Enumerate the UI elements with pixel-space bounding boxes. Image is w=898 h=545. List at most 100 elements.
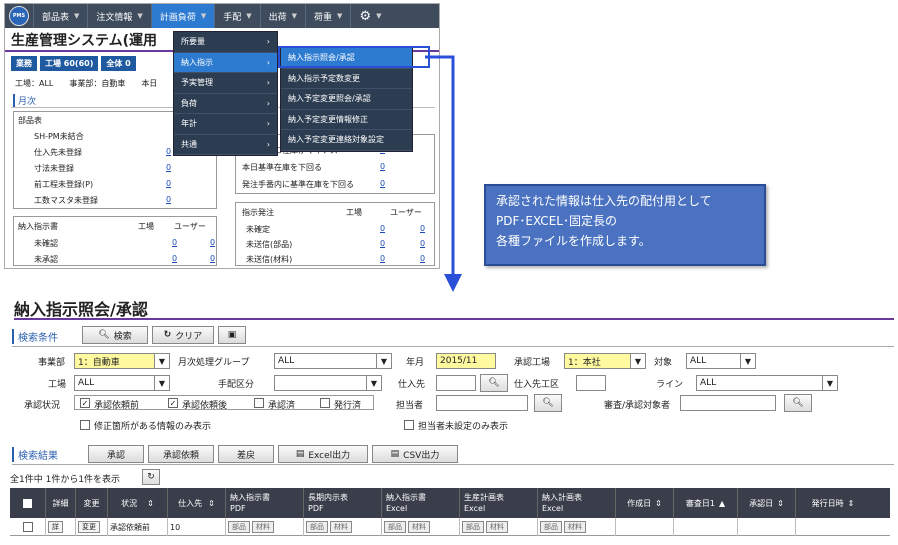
nav-keikaku[interactable]: 計画負荷 ▼ bbox=[150, 4, 215, 28]
count-link[interactable]: 0 bbox=[380, 254, 385, 263]
jigyobu-select[interactable]: 1：自動車 ▼ bbox=[74, 353, 170, 369]
nav-tehai[interactable]: 手配 ▼ bbox=[214, 4, 259, 28]
box-row: 未確定 bbox=[246, 225, 270, 234]
nav-niju[interactable]: 荷重 ▼ bbox=[305, 4, 350, 28]
shiire-ko-input[interactable] bbox=[576, 375, 606, 391]
count-link[interactable]: 0 bbox=[172, 238, 177, 247]
sort-icon: ⇕ bbox=[777, 498, 784, 508]
column-header: 納入指示書 Excel bbox=[382, 488, 460, 518]
box-title: 指示発注 bbox=[242, 208, 274, 217]
materials-button[interactable]: 材料 bbox=[564, 521, 586, 533]
column-header-sortable[interactable]: 仕入先 ⇕ bbox=[168, 488, 226, 518]
csv-export-button[interactable]: ▤ CSV出力 bbox=[372, 445, 458, 463]
status-checkbox[interactable]: ✓ bbox=[168, 398, 178, 408]
parts-button[interactable]: 部品 bbox=[306, 521, 328, 533]
page-title: 納入指示照会/承認 bbox=[14, 300, 148, 319]
clear-button[interactable]: ↻ クリア bbox=[152, 326, 214, 344]
tehai-select[interactable]: ▼ bbox=[274, 375, 382, 391]
parts-button[interactable]: 部品 bbox=[384, 521, 406, 533]
bom-count-link[interactable]: 0 bbox=[166, 163, 171, 172]
row-checkbox[interactable] bbox=[22, 522, 33, 532]
system-title: 生産管理システム(運用 bbox=[11, 33, 157, 49]
button-label: CSV出力 bbox=[403, 450, 440, 461]
bom-count-link[interactable]: 0 bbox=[166, 195, 171, 204]
nengetsu-input[interactable]: 2015/11 bbox=[436, 353, 496, 369]
nav-buhinhyo[interactable]: 部品表 ▼ bbox=[33, 4, 87, 28]
label-taisho: 対象 bbox=[654, 358, 673, 368]
modified-only-label: 修正箇所がある情報のみ表示 bbox=[94, 422, 212, 432]
nav-chumon[interactable]: 注文情報 ▼ bbox=[87, 4, 150, 28]
nav-settings[interactable]: ⚙ ▼ bbox=[350, 4, 389, 28]
modified-only-checkbox[interactable] bbox=[80, 420, 90, 430]
reload-button[interactable]: ↻ bbox=[142, 469, 160, 485]
count-link[interactable]: 0 bbox=[380, 224, 385, 233]
unassigned-only-checkbox[interactable] bbox=[404, 420, 414, 430]
column-header-sortable[interactable]: 発行日時 ⇕ bbox=[796, 488, 870, 518]
tab-zentai[interactable]: 全体 0 bbox=[101, 56, 136, 71]
stock-count-link[interactable]: 0 bbox=[380, 179, 385, 188]
shiiresaki-input[interactable] bbox=[436, 375, 476, 391]
status-checkbox[interactable]: ✓ bbox=[80, 398, 90, 408]
menu-item-yojitsu[interactable]: 予実管理 › bbox=[174, 73, 277, 94]
submenu-item-henko-shonin[interactable]: 納入予定変更照会/承認 bbox=[281, 89, 412, 110]
tab-kojo[interactable]: 工場 60(60) bbox=[40, 56, 99, 71]
count-link[interactable]: 0 bbox=[380, 239, 385, 248]
excel-export-button[interactable]: ▤ Excel出力 bbox=[278, 445, 368, 463]
shinsa-search-button[interactable]: 🔍︎ bbox=[784, 394, 812, 412]
status-checkbox[interactable] bbox=[254, 398, 264, 408]
column-header-sortable[interactable]: 作成日 ⇕ bbox=[616, 488, 674, 518]
request-approval-button[interactable]: 承認依頼 bbox=[148, 445, 214, 463]
nav-shukka[interactable]: 出荷 ▼ bbox=[259, 4, 305, 28]
shinsa-input[interactable] bbox=[680, 395, 776, 411]
materials-button[interactable]: 材料 bbox=[330, 521, 352, 533]
select-all-column[interactable] bbox=[10, 488, 46, 518]
tanto-input[interactable] bbox=[436, 395, 528, 411]
count-link[interactable]: 0 bbox=[172, 254, 177, 263]
detail-button[interactable]: 詳 bbox=[48, 521, 63, 533]
shonin-kojo-select[interactable]: 1：本社 ▼ bbox=[564, 353, 646, 369]
column-label: 納入指示書 bbox=[386, 493, 426, 502]
search-button[interactable]: 🔍︎ 検索 bbox=[82, 326, 148, 344]
menu-label: 共通 bbox=[181, 139, 197, 149]
excel-nonyu-cell: 部品 材料 bbox=[382, 518, 460, 536]
materials-button[interactable]: 材料 bbox=[252, 521, 274, 533]
column-header-sortable[interactable]: 状況 ⇕ bbox=[108, 488, 168, 518]
submenu-item-yotei-henko[interactable]: 納入指示予定数変更 bbox=[281, 69, 412, 89]
count-link[interactable]: 0 bbox=[210, 254, 215, 263]
save-button[interactable]: ▣ bbox=[218, 326, 246, 344]
change-button[interactable]: 変更 bbox=[78, 521, 100, 533]
parts-button[interactable]: 部品 bbox=[228, 521, 250, 533]
select-value: 1：本社 bbox=[568, 357, 601, 368]
getsuji-select[interactable]: ALL ▼ bbox=[274, 353, 392, 369]
column-header-sortable[interactable]: 審査日1 ▲ bbox=[674, 488, 738, 518]
bom-count-link[interactable]: 0 bbox=[166, 179, 171, 188]
count-link[interactable]: 0 bbox=[210, 238, 215, 247]
bom-title: 部品表 bbox=[18, 116, 42, 125]
status-checkbox[interactable] bbox=[320, 398, 330, 408]
submenu-item-joho-shusei[interactable]: 納入予定変更情報修正 bbox=[281, 110, 412, 130]
materials-button[interactable]: 材料 bbox=[408, 521, 430, 533]
parts-button[interactable]: 部品 bbox=[540, 521, 562, 533]
shiiresaki-search-button[interactable]: 🔍︎ bbox=[480, 374, 508, 392]
materials-button[interactable]: 材料 bbox=[486, 521, 508, 533]
tanto-search-button[interactable]: 🔍︎ bbox=[534, 394, 562, 412]
column-header: 納入計画表 Excel bbox=[538, 488, 616, 518]
kojo-select[interactable]: ALL ▼ bbox=[74, 375, 170, 391]
select-all-checkbox[interactable] bbox=[23, 498, 32, 508]
column-header-sortable[interactable]: 承認日 ⇕ bbox=[738, 488, 796, 518]
menu-item-kyotsu[interactable]: 共通 › bbox=[174, 135, 277, 155]
sendback-button[interactable]: 差戻 bbox=[218, 445, 274, 463]
approve-button[interactable]: 承認 bbox=[88, 445, 144, 463]
stock-count-link[interactable]: 0 bbox=[380, 162, 385, 171]
menu-item-shoyoryo[interactable]: 所要量 › bbox=[174, 32, 277, 53]
menu-item-fuka[interactable]: 負荷 › bbox=[174, 94, 277, 114]
taisho-select[interactable]: ALL ▼ bbox=[686, 353, 756, 369]
line-select[interactable]: ALL ▼ bbox=[696, 375, 838, 391]
label-jokyo: 承認状況 bbox=[24, 401, 61, 411]
bom-count-link[interactable]: 0 bbox=[166, 147, 171, 156]
menu-item-nonyu-shiji[interactable]: 納入指示 › bbox=[174, 52, 277, 73]
menu-item-nenkei[interactable]: 年計 › bbox=[174, 114, 277, 135]
parts-button[interactable]: 部品 bbox=[462, 521, 484, 533]
submenu-item-renraku-settei[interactable]: 納入予定変更連絡対象設定 bbox=[281, 130, 412, 151]
tab-gyomu[interactable]: 業務 bbox=[11, 56, 37, 71]
